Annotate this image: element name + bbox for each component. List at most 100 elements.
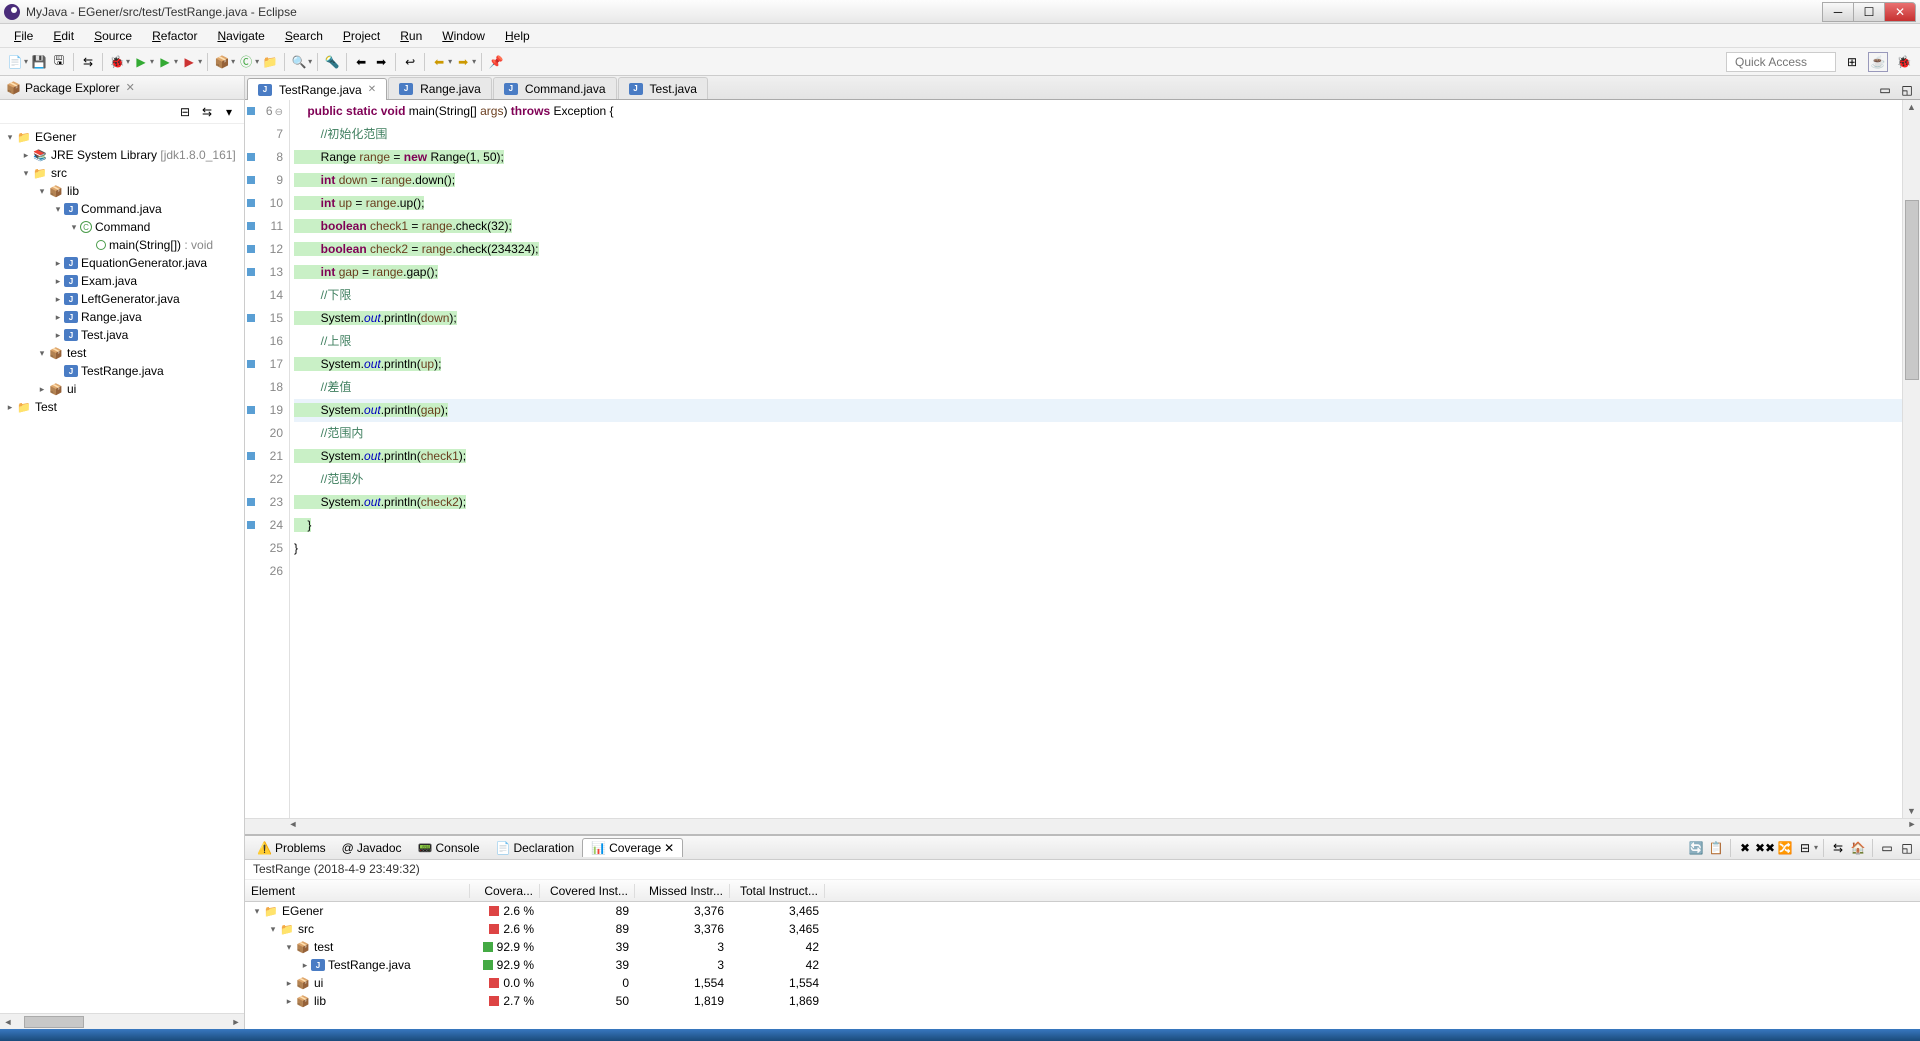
tree-node[interactable]: ▸📦ui xyxy=(0,380,244,398)
tree-node[interactable]: ▾📁EGener xyxy=(0,128,244,146)
tree-node[interactable]: ▾CCommand xyxy=(0,218,244,236)
tree-node[interactable]: ▸JRange.java xyxy=(0,308,244,326)
col-total[interactable]: Total Instruct... xyxy=(730,884,825,898)
tab-problems[interactable]: ⚠️Problems xyxy=(249,839,334,857)
tree-node[interactable]: ▾📁src xyxy=(0,164,244,182)
tree-node[interactable]: ▾JCommand.java xyxy=(0,200,244,218)
coverage-row[interactable]: ▸📦lib2.7 %501,8191,869 xyxy=(245,992,1920,1010)
coverage-button[interactable]: ▶ xyxy=(156,53,174,71)
project-tree[interactable]: ▾📁EGener▸📚JRE System Library [jdk1.8.0_1… xyxy=(0,124,244,1013)
new-class-button[interactable]: Ⓒ xyxy=(237,53,255,71)
remove-all-button[interactable]: ✖✖ xyxy=(1756,839,1774,857)
next-annotation-button[interactable]: ➡ xyxy=(372,53,390,71)
view-menu-button[interactable]: ▾ xyxy=(220,103,238,121)
relaunch-button[interactable]: 🔄 xyxy=(1687,839,1705,857)
menu-help[interactable]: Help xyxy=(495,26,540,46)
tree-node[interactable]: ▸JTest.java xyxy=(0,326,244,344)
hide-button[interactable]: 🏠 xyxy=(1849,839,1867,857)
tree-node[interactable]: ▸JEquationGenerator.java xyxy=(0,254,244,272)
tab-javadoc[interactable]: @Javadoc xyxy=(334,839,410,857)
taskbar[interactable] xyxy=(0,1029,1920,1041)
maximize-button[interactable]: ☐ xyxy=(1853,2,1885,22)
editor-maximize-button[interactable]: ◱ xyxy=(1898,81,1916,99)
merge-button[interactable]: 🔀 xyxy=(1776,839,1794,857)
tree-node[interactable]: ▸📁Test xyxy=(0,398,244,416)
tab-console[interactable]: 📟Console xyxy=(410,839,488,857)
col-coverage[interactable]: Covera... xyxy=(470,884,540,898)
back-button[interactable]: ⬅ xyxy=(430,53,448,71)
editor-tab[interactable]: JCommand.java xyxy=(493,77,617,99)
menubar: FileEditSourceRefactorNavigateSearchProj… xyxy=(0,24,1920,48)
collapse-all-button[interactable]: ⊟ xyxy=(176,103,194,121)
prev-edit-button[interactable]: ↩ xyxy=(401,53,419,71)
java-perspective-button[interactable]: ☕ xyxy=(1868,52,1888,72)
save-button[interactable]: 💾 xyxy=(30,53,48,71)
forward-button[interactable]: ➡ xyxy=(454,53,472,71)
menu-file[interactable]: File xyxy=(4,26,43,46)
link-button[interactable]: ⇆ xyxy=(1829,839,1847,857)
tab-declaration[interactable]: 📄Declaration xyxy=(488,839,583,857)
link-editor-button[interactable]: ⇆ xyxy=(198,103,216,121)
save-all-button[interactable]: 🖫 xyxy=(50,53,68,71)
menu-source[interactable]: Source xyxy=(84,26,142,46)
menu-project[interactable]: Project xyxy=(333,26,390,46)
menu-run[interactable]: Run xyxy=(390,26,432,46)
tab-coverage[interactable]: 📊Coverage ✕ xyxy=(582,838,683,857)
new-button[interactable]: 📄 xyxy=(6,53,24,71)
tree-node[interactable]: main(String[]) : void xyxy=(0,236,244,254)
pin-button[interactable]: 📌 xyxy=(487,53,505,71)
remove-button[interactable]: ✖ xyxy=(1736,839,1754,857)
prev-annotation-button[interactable]: ⬅ xyxy=(352,53,370,71)
search-button[interactable]: 🔦 xyxy=(323,53,341,71)
col-covered[interactable]: Covered Inst... xyxy=(540,884,635,898)
menu-refactor[interactable]: Refactor xyxy=(142,26,207,46)
line-gutter[interactable]: 6⊖7891011121314151617181920212223242526 xyxy=(245,100,290,818)
sidebar-scrollbar[interactable]: ◄ ► xyxy=(0,1013,244,1029)
menu-edit[interactable]: Edit xyxy=(43,26,84,46)
minimize-button[interactable]: ─ xyxy=(1822,2,1854,22)
editor-horizontal-scrollbar[interactable]: ◄ ► xyxy=(245,818,1920,834)
editor-tab[interactable]: JTest.java xyxy=(618,77,708,99)
package-explorer: 📦 Package Explorer ✕ ⊟ ⇆ ▾ ▾📁EGener▸📚JRE… xyxy=(0,76,245,1029)
coverage-row[interactable]: ▾📁src2.6 %893,3763,465 xyxy=(245,920,1920,938)
col-element[interactable]: Element xyxy=(245,884,470,898)
tree-node[interactable]: ▾📦lib xyxy=(0,182,244,200)
external-button[interactable]: ▶ xyxy=(180,53,198,71)
dump-button[interactable]: 📋 xyxy=(1707,839,1725,857)
run-button[interactable]: ▶ xyxy=(132,53,150,71)
debug-button[interactable]: 🐞 xyxy=(108,53,126,71)
panel-minimize-button[interactable]: ▭ xyxy=(1878,839,1896,857)
coverage-row[interactable]: ▾📦test92.9 %39342 xyxy=(245,938,1920,956)
debug-perspective-button[interactable]: 🐞 xyxy=(1894,52,1914,72)
code-editor[interactable]: public static void main(String[] args) t… xyxy=(290,100,1902,818)
coverage-row[interactable]: ▸JTestRange.java92.9 %39342 xyxy=(245,956,1920,974)
quick-access-input[interactable] xyxy=(1726,52,1836,72)
menu-window[interactable]: Window xyxy=(432,26,495,46)
view-close-button[interactable]: ✕ xyxy=(124,81,137,94)
editor-tab[interactable]: JTestRange.java✕ xyxy=(247,78,387,100)
coverage-row[interactable]: ▾📁EGener2.6 %893,3763,465 xyxy=(245,902,1920,920)
editor-vertical-scrollbar[interactable]: ▲ ▼ xyxy=(1902,100,1920,818)
menu-search[interactable]: Search xyxy=(275,26,333,46)
open-perspective-button[interactable]: ⊞ xyxy=(1842,52,1862,72)
close-button[interactable]: ✕ xyxy=(1884,2,1916,22)
tree-node[interactable]: ▸JLeftGenerator.java xyxy=(0,290,244,308)
new-folder-button[interactable]: 📁 xyxy=(261,53,279,71)
switch-button[interactable]: ⇆ xyxy=(79,53,97,71)
col-missed[interactable]: Missed Instr... xyxy=(635,884,730,898)
editor-tabs: JTestRange.java✕JRange.javaJCommand.java… xyxy=(245,76,1920,100)
coverage-table[interactable]: Element Covera... Covered Inst... Missed… xyxy=(245,880,1920,1029)
editor-minimize-button[interactable]: ▭ xyxy=(1876,81,1894,99)
tree-node[interactable]: ▸📚JRE System Library [jdk1.8.0_161] xyxy=(0,146,244,164)
tree-node[interactable]: JTestRange.java xyxy=(0,362,244,380)
coverage-row[interactable]: ▸📦ui0.0 %01,5541,554 xyxy=(245,974,1920,992)
tree-node[interactable]: ▾📦test xyxy=(0,344,244,362)
menu-navigate[interactable]: Navigate xyxy=(207,26,274,46)
coverage-header[interactable]: Element Covera... Covered Inst... Missed… xyxy=(245,880,1920,902)
tree-node[interactable]: ▸JExam.java xyxy=(0,272,244,290)
new-package-button[interactable]: 📦 xyxy=(213,53,231,71)
open-type-button[interactable]: 🔍 xyxy=(290,53,308,71)
panel-maximize-button[interactable]: ◱ xyxy=(1898,839,1916,857)
editor-tab[interactable]: JRange.java xyxy=(388,77,492,99)
collapse-button[interactable]: ⊟ xyxy=(1796,839,1814,857)
